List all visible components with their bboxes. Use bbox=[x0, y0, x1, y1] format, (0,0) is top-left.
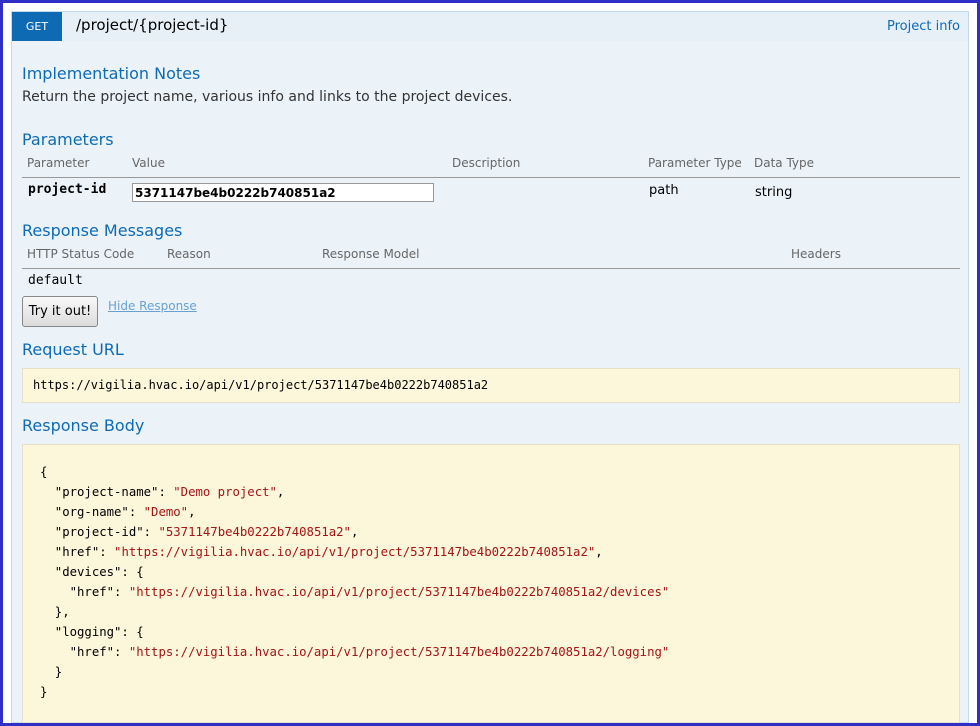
code-token: "logging": { bbox=[40, 625, 144, 639]
col-parameter: Parameter bbox=[27, 156, 90, 170]
param-type: path bbox=[649, 183, 679, 198]
project-info-link[interactable]: Project info bbox=[887, 19, 960, 34]
col-reason: Reason bbox=[167, 247, 211, 261]
col-data-type: Data Type bbox=[754, 156, 815, 170]
code-string: "5371147be4b0222b740851a2" bbox=[158, 525, 351, 539]
code-line: "devices": { bbox=[40, 562, 669, 582]
status-code-default: default bbox=[28, 273, 83, 288]
code-token: , bbox=[350, 525, 359, 539]
code-token: } bbox=[40, 665, 63, 679]
col-response-model: Response Model bbox=[322, 247, 420, 261]
code-token: , bbox=[276, 485, 285, 499]
col-value: Value bbox=[132, 156, 165, 170]
code-string: "Demo project" bbox=[173, 485, 277, 499]
response-messages-table-header: HTTP Status Code Reason Response Model H… bbox=[22, 244, 960, 269]
response-body-title: Response Body bbox=[22, 416, 145, 435]
request-url-block: https://vigilia.hvac.io/api/v1/project/5… bbox=[22, 368, 960, 403]
code-token: }, bbox=[40, 605, 70, 619]
code-token: { bbox=[40, 465, 48, 479]
code-line: }, bbox=[40, 602, 669, 622]
hide-response-link[interactable]: Hide Response bbox=[108, 299, 197, 313]
code-token: "devices": { bbox=[40, 565, 144, 579]
code-line: "org-name": "Demo", bbox=[40, 502, 669, 522]
col-headers: Headers bbox=[791, 247, 841, 261]
code-token: "href": bbox=[40, 585, 129, 599]
operation-content: Implementation Notes Return the project … bbox=[11, 41, 969, 723]
try-it-out-button[interactable]: Try it out! bbox=[22, 296, 98, 327]
code-string: "Demo" bbox=[143, 505, 189, 519]
code-line: "href": "https://vigilia.hvac.io/api/v1/… bbox=[40, 542, 669, 562]
code-string: "https://vigilia.hvac.io/api/v1/project/… bbox=[114, 545, 596, 559]
code-token: "href": bbox=[40, 545, 115, 559]
request-url-title: Request URL bbox=[22, 340, 124, 359]
code-token: "project-name": bbox=[40, 485, 174, 499]
operation-heading[interactable]: GET /project/{project-id} Project info bbox=[11, 11, 969, 41]
code-token: "org-name": bbox=[40, 505, 144, 519]
code-line: "project-id": "5371147be4b0222b740851a2"… bbox=[40, 522, 669, 542]
code-line: { bbox=[40, 462, 669, 482]
code-token: "href": bbox=[40, 645, 129, 659]
response-body-block: { "project-name": "Demo project", "org-n… bbox=[22, 444, 960, 723]
request-url-value: https://vigilia.hvac.io/api/v1/project/5… bbox=[33, 378, 489, 392]
param-name: project-id bbox=[28, 182, 107, 197]
col-parameter-type: Parameter Type bbox=[648, 156, 742, 170]
param-data-type: string bbox=[755, 185, 793, 200]
implementation-notes-text: Return the project name, various info an… bbox=[22, 89, 513, 105]
endpoint-path[interactable]: /project/{project-id} bbox=[76, 16, 228, 34]
parameters-table-header: Parameter Value Description Parameter Ty… bbox=[22, 153, 960, 178]
code-line: "href": "https://vigilia.hvac.io/api/v1/… bbox=[40, 582, 670, 602]
implementation-notes-title: Implementation Notes bbox=[22, 64, 201, 83]
code-string: "https://vigilia.hvac.io/api/v1/project/… bbox=[128, 645, 670, 659]
api-operation-panel: GET /project/{project-id} Project info I… bbox=[3, 3, 977, 723]
code-line: } bbox=[40, 662, 669, 682]
code-token: , bbox=[595, 545, 603, 559]
code-line: "project-name": "Demo project", bbox=[40, 482, 669, 502]
http-method-badge[interactable]: GET bbox=[12, 12, 62, 41]
code-line: "href": "https://vigilia.hvac.io/api/v1/… bbox=[40, 642, 670, 662]
code-token: , bbox=[188, 505, 196, 519]
parameters-title: Parameters bbox=[22, 130, 114, 149]
project-id-input[interactable] bbox=[132, 183, 434, 202]
col-http-status-code: HTTP Status Code bbox=[27, 247, 135, 261]
response-body-code: { "project-name": "Demo project", "org-n… bbox=[40, 462, 669, 702]
code-line: "logging": { bbox=[40, 622, 669, 642]
code-token: } bbox=[40, 685, 48, 699]
col-description: Description bbox=[452, 156, 521, 170]
code-string: "https://vigilia.hvac.io/api/v1/project/… bbox=[128, 585, 670, 599]
response-messages-title: Response Messages bbox=[22, 221, 183, 240]
code-line: } bbox=[40, 682, 669, 702]
code-token: "project-id": bbox=[40, 525, 159, 539]
